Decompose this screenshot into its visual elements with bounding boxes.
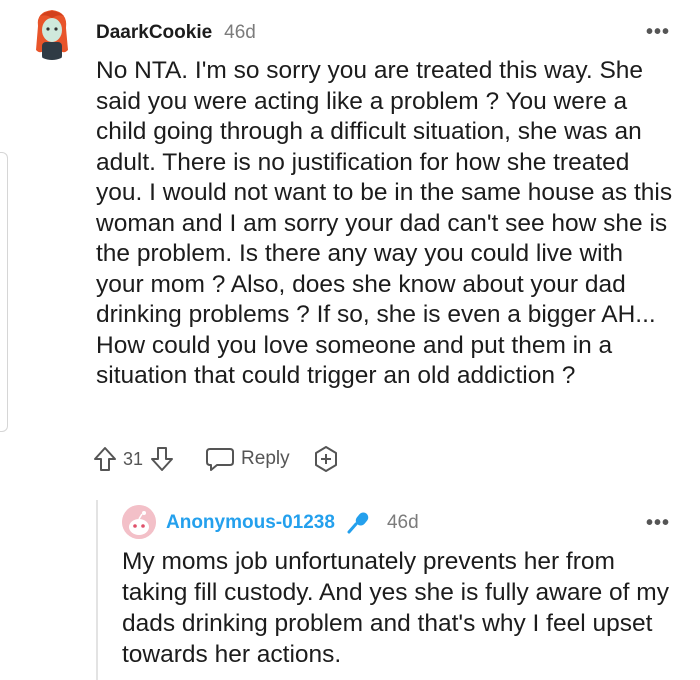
- comment-body: No NTA. I'm so sorry you are treated thi…: [96, 57, 673, 389]
- upvote-icon[interactable]: [92, 445, 118, 473]
- chat-bubble-icon: [205, 445, 235, 473]
- avatar[interactable]: [28, 6, 76, 60]
- comment-age: 46d: [224, 22, 256, 43]
- snoo-avatar-icon[interactable]: [122, 505, 156, 539]
- reply-author[interactable]: Anonymous-01238: [166, 512, 335, 534]
- reply-more-options-button[interactable]: •••: [646, 513, 670, 533]
- left-scroll-rail: [0, 152, 8, 432]
- comment-actions: 31 Reply: [92, 444, 340, 474]
- reply-label: Reply: [241, 448, 290, 469]
- comment-header: DaarkCookie 46d: [96, 20, 256, 46]
- reply-header: Anonymous-01238 46d: [166, 510, 419, 536]
- avatar-image: [36, 10, 68, 60]
- award-plus-icon[interactable]: [312, 445, 340, 473]
- reply-thread-line[interactable]: [96, 500, 98, 680]
- microphone-icon: [345, 510, 371, 536]
- downvote-icon[interactable]: [149, 445, 175, 473]
- more-options-button[interactable]: •••: [646, 22, 670, 42]
- reply-body: My moms job unfortunately prevents her f…: [122, 548, 669, 668]
- reply-button[interactable]: Reply: [205, 445, 290, 473]
- reply-age: 46d: [386, 512, 419, 533]
- comment-author[interactable]: DaarkCookie: [96, 22, 212, 44]
- vote-score: 31: [123, 448, 144, 469]
